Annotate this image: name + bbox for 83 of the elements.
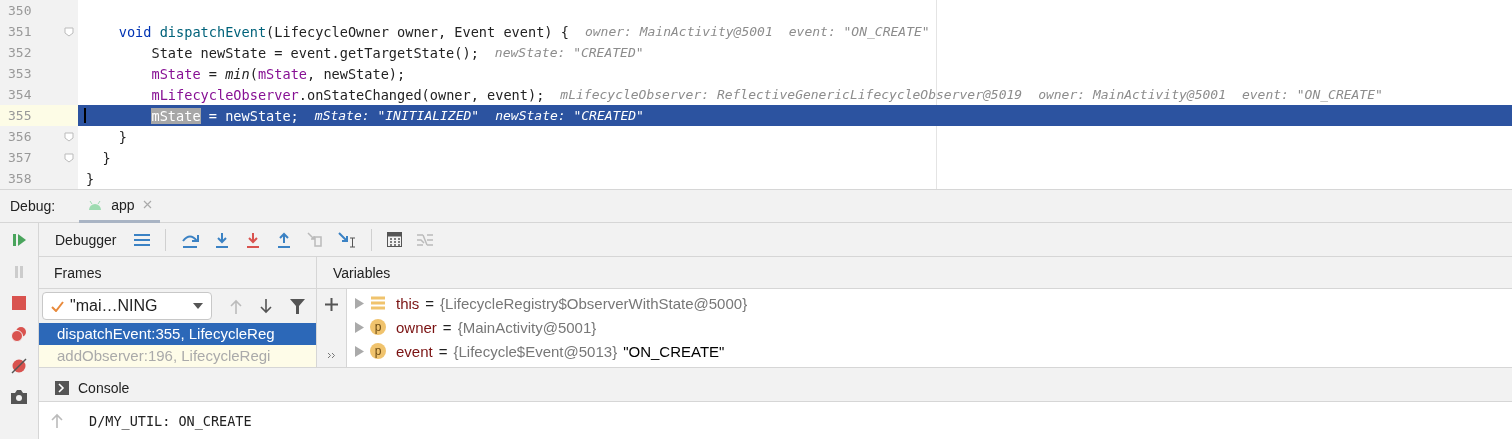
code-token: event: "ON_CREATE": [1241, 87, 1383, 102]
text-cursor: [84, 108, 86, 123]
chevrons-icon[interactable]: [327, 352, 336, 359]
variable-value: {Lifecycle$Event@5013}: [453, 342, 618, 360]
line-number: 350: [8, 3, 32, 18]
code-token: mState: "INITIALIZED": [314, 108, 480, 123]
session-tab[interactable]: app: [79, 189, 160, 223]
code-token: owner: MainActivity@5001: [1038, 87, 1226, 102]
close-icon[interactable]: [142, 200, 152, 209]
code-token: mLifecycleObserver: [151, 86, 299, 103]
console-icon: [55, 380, 69, 395]
code-token: }: [86, 170, 95, 187]
code-token: min: [225, 65, 250, 82]
variable-value: {LifecycleRegistry$ObserverWithState@5000}: [440, 294, 748, 312]
code-token: }: [118, 128, 127, 145]
filter-icon[interactable]: [290, 298, 305, 314]
line-number: 355: [8, 108, 32, 123]
debugger-title: Debugger: [55, 231, 117, 248]
variables-title: Variables: [333, 264, 391, 281]
resume-icon[interactable]: [11, 232, 27, 248]
code-token: mState: [151, 107, 201, 124]
frames-title: Frames: [54, 264, 102, 281]
debug-label: Debug:: [10, 198, 56, 214]
code-token: dispatchEvent: [159, 23, 267, 40]
code-token: =: [208, 65, 218, 82]
variable-value: {MainActivity@5001}: [457, 318, 597, 336]
step-into-icon[interactable]: [213, 231, 230, 248]
checkmark-icon: [51, 300, 64, 312]
variable-name: event: [396, 342, 433, 360]
fold-marker-icon[interactable]: [64, 26, 74, 37]
stack-frame[interactable]: dispatchEvent:355, LifecycleReg: [39, 323, 316, 345]
code-token: void: [118, 23, 153, 40]
line-number: 356: [8, 129, 32, 144]
arrow-down-icon[interactable]: [260, 298, 272, 314]
variable-name: this: [396, 294, 420, 312]
equals-sign: =: [442, 318, 452, 336]
code-token: .onStateChanged(owner, event);: [298, 86, 545, 103]
fold-marker-icon[interactable]: [64, 152, 74, 163]
code-token: State newState = event.getTargetState();: [151, 44, 479, 61]
line-number: 357: [8, 150, 32, 165]
console-tab[interactable]: Console: [78, 379, 130, 396]
parameter-icon: p: [370, 343, 386, 359]
variable-name: owner: [396, 318, 437, 336]
calculator-icon[interactable]: [386, 232, 402, 247]
code-token: , newState);: [307, 65, 406, 82]
camera-icon[interactable]: [11, 390, 27, 404]
code-token: mState: [151, 65, 201, 82]
line-number: 353: [8, 66, 32, 81]
code-token: (: [249, 65, 258, 82]
line-number: 352: [8, 45, 32, 60]
code-token: owner: MainActivity@5001: [584, 24, 773, 39]
code-token: newState: "CREATED": [494, 45, 644, 60]
code-token: (LifecycleOwner owner, Event event) {: [266, 23, 569, 40]
expand-arrow-icon[interactable]: [355, 345, 364, 357]
mute-breakpoints-icon[interactable]: [11, 358, 27, 374]
code-token: = newState;: [208, 107, 299, 124]
code-token: event: "ON_CREATE": [788, 24, 930, 39]
expand-arrow-icon[interactable]: [355, 321, 364, 333]
parameter-icon: p: [370, 319, 386, 335]
string-value: "ON_CREATE": [623, 342, 725, 360]
console-output: D/MY_UTIL: ON_CREATE: [89, 412, 252, 429]
code-token: mLifecycleObserver: ReflectiveGenericLifecycleObserver@5019: [560, 87, 1023, 102]
android-icon: [87, 199, 104, 210]
breakpoints-icon[interactable]: [11, 326, 27, 342]
line-number: 354: [8, 87, 32, 102]
run-to-cursor-icon[interactable]: [337, 231, 356, 248]
line-number: 358: [8, 171, 32, 186]
expand-arrow-icon[interactable]: [355, 297, 364, 309]
line-number: 351: [8, 24, 32, 39]
fold-marker-icon[interactable]: [64, 131, 74, 142]
equals-sign: =: [425, 294, 435, 312]
equals-sign: =: [438, 342, 448, 360]
thread-dropdown[interactable]: "mai…NING: [42, 292, 212, 320]
plus-icon[interactable]: [325, 298, 338, 311]
force-step-into-icon[interactable]: [244, 231, 261, 248]
layout-icon[interactable]: [133, 233, 150, 246]
field-icon: [370, 296, 386, 310]
code-token: newState: "CREATED": [495, 108, 644, 123]
code-token: }: [102, 149, 111, 166]
arrow-up-icon[interactable]: [51, 413, 63, 428]
step-out-icon[interactable]: [275, 231, 292, 248]
caret-icon: [193, 303, 203, 309]
code-token: mState: [257, 65, 307, 82]
